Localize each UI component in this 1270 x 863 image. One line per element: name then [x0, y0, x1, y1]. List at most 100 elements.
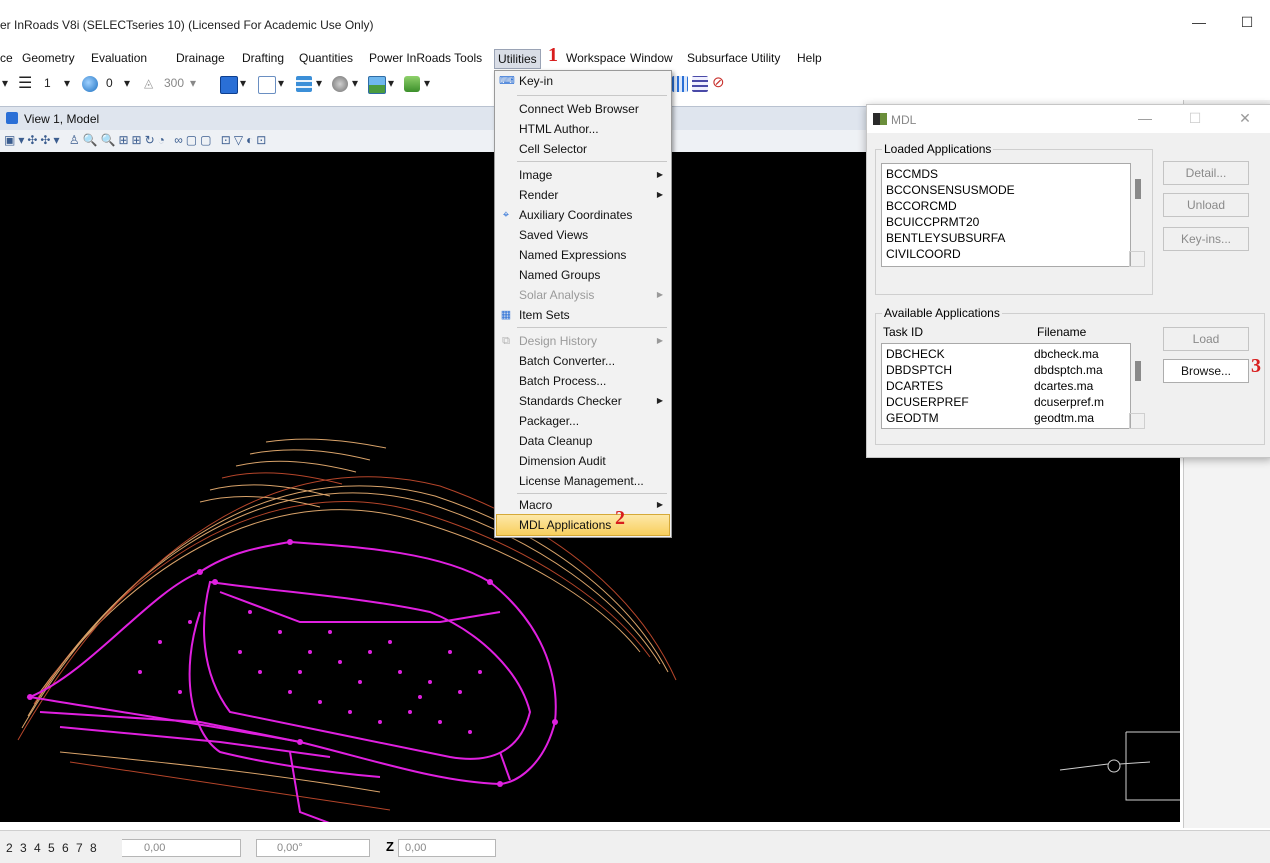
menu-item-standards-checker[interactable]: Standards Checker ▶: [519, 391, 669, 411]
unload-button[interactable]: Unload: [1163, 193, 1249, 217]
menu-item-quantities[interactable]: Quantities: [299, 51, 353, 65]
list-item[interactable]: BCCONSENSUSMODE: [886, 182, 1015, 198]
table-row-file[interactable]: geodtm.ma: [1034, 410, 1094, 426]
list-item[interactable]: CIVILCOORD: [886, 246, 961, 262]
menu-item-subsurface-utility[interactable]: Subsurface Utility: [687, 51, 780, 65]
cell-grid-icon[interactable]: [692, 76, 708, 94]
angle-field[interactable]: 0,00°: [256, 839, 370, 857]
loaded-applications-list[interactable]: BCCMDS BCCONSENSUSMODE BCCORCMD BCUICCPR…: [881, 163, 1131, 267]
view-tab-2[interactable]: 2: [6, 841, 13, 855]
table-row-file[interactable]: dbcheck.ma: [1034, 346, 1099, 362]
menu-item-utilities[interactable]: Utilities: [494, 49, 541, 69]
list-item[interactable]: BENTLEYSUBSURFA: [886, 230, 1005, 246]
chevron-down-icon[interactable]: ▾: [124, 76, 130, 94]
list-item[interactable]: BCCORCMD: [886, 198, 957, 214]
no-entry-icon[interactable]: ⊘: [712, 73, 725, 91]
menu-item-macro[interactable]: Macro ▶: [519, 495, 669, 515]
menu-item-render[interactable]: Render ▶: [519, 185, 669, 205]
keyins-button[interactable]: Key-ins...: [1163, 227, 1249, 251]
scrollbar-thumb[interactable]: [1135, 179, 1141, 199]
detail-button[interactable]: Detail...: [1163, 161, 1249, 185]
render-sphere-icon[interactable]: [332, 76, 348, 94]
menu-item-mdl-applications[interactable]: MDL Applications: [519, 515, 611, 535]
list-item[interactable]: BCCMDS: [886, 166, 938, 182]
load-button[interactable]: Load: [1163, 327, 1249, 351]
chevron-down-icon[interactable]: ▾: [190, 76, 196, 94]
menu-item-help[interactable]: Help: [797, 51, 822, 65]
minimize-button[interactable]: —: [1135, 110, 1155, 126]
menu-item-evaluation[interactable]: Evaluation: [91, 51, 147, 65]
menu-item-saved-views[interactable]: Saved Views: [519, 225, 588, 245]
view-tab-6[interactable]: 6: [62, 841, 69, 855]
menu-item-data-cleanup[interactable]: Data Cleanup: [519, 431, 592, 451]
chevron-down-icon[interactable]: ▾: [278, 76, 284, 94]
table-row-file[interactable]: dbdsptch.ma: [1034, 362, 1103, 378]
maximize-button[interactable]: ☐: [1185, 110, 1205, 127]
menu-item-html-author[interactable]: HTML Author...: [519, 119, 599, 139]
table-row-task[interactable]: DBDSPTCH: [886, 362, 952, 378]
menu-item-named-groups[interactable]: Named Groups: [519, 265, 600, 285]
menu-item-cell-selector[interactable]: Cell Selector: [519, 139, 587, 159]
view-tab-7[interactable]: 7: [76, 841, 83, 855]
scale-icon[interactable]: ◬: [144, 76, 153, 94]
menu-item-key-in[interactable]: Key-in: [519, 71, 553, 91]
view-tab-3[interactable]: 3: [20, 841, 27, 855]
minimize-button[interactable]: —: [1184, 14, 1214, 36]
z-coordinate-field[interactable]: 0,00: [398, 839, 496, 857]
menu-item-batch-process[interactable]: Batch Process...: [519, 371, 606, 391]
line-weight-icon[interactable]: ☰: [18, 73, 32, 92]
menu-item-named-expressions[interactable]: Named Expressions: [519, 245, 626, 265]
menu-item-auxiliary-coordinates[interactable]: Auxiliary Coordinates: [519, 205, 632, 225]
line-weight-value[interactable]: 1: [44, 76, 51, 94]
menu-item-geometry[interactable]: Geometry: [22, 51, 75, 65]
menu-item-window[interactable]: Window: [630, 51, 673, 65]
maximize-button[interactable]: ☐: [1232, 14, 1262, 36]
table-row-task[interactable]: DCUSERPREF: [886, 394, 969, 410]
table-row-task[interactable]: DCARTES: [886, 378, 943, 394]
browse-button[interactable]: Browse...: [1163, 359, 1249, 383]
available-applications-list[interactable]: DBCHECK dbcheck.ma DBDSPTCH dbdsptch.ma …: [881, 343, 1131, 429]
menu-item-license-management[interactable]: License Management...: [519, 471, 644, 491]
level-manager-icon[interactable]: [404, 76, 420, 94]
menu-item-power-inroads-tools[interactable]: Power InRoads Tools: [369, 51, 482, 65]
menu-item-ce[interactable]: ce: [0, 51, 13, 65]
list-item[interactable]: BCUICCPRMT20: [886, 214, 979, 230]
chevron-down-icon[interactable]: ▾: [316, 76, 322, 94]
x-coordinate-field[interactable]: 0,00: [122, 839, 241, 857]
menu-item-item-sets[interactable]: Item Sets: [519, 305, 570, 325]
menu-separator: [517, 327, 667, 328]
color-value[interactable]: 0: [106, 76, 113, 94]
menu-item-packager[interactable]: Packager...: [519, 411, 579, 431]
view-window-icon[interactable]: [220, 76, 238, 94]
menu-item-image[interactable]: Image ▶: [519, 165, 669, 185]
chevron-down-icon[interactable]: ▾: [388, 76, 394, 94]
table-row-task[interactable]: DBCHECK: [886, 346, 945, 362]
new-document-icon[interactable]: [258, 76, 276, 94]
menu-item-dimension-audit[interactable]: Dimension Audit: [519, 451, 606, 471]
table-row-task[interactable]: GEODTM: [886, 410, 939, 426]
chevron-down-icon[interactable]: ▾: [240, 76, 246, 94]
color-globe-icon[interactable]: [82, 76, 98, 94]
table-icon[interactable]: [296, 76, 312, 94]
step-3-marker: 3: [1251, 355, 1261, 377]
menu-item-drafting[interactable]: Drafting: [242, 51, 284, 65]
table-row-file[interactable]: dcuserpref.m: [1034, 394, 1104, 410]
grid-icon[interactable]: [672, 76, 688, 94]
chevron-down-icon[interactable]: ▾: [2, 76, 8, 94]
chevron-down-icon[interactable]: ▾: [64, 76, 70, 94]
view-tools-icons[interactable]: ▣▾✣✣▾ ♙🔍🔍⊞⊞↻◔ ∞▢▢ ⊡▽◐⊡: [4, 133, 269, 147]
chevron-down-icon[interactable]: ▾: [424, 76, 430, 94]
menu-item-batch-converter[interactable]: Batch Converter...: [519, 351, 615, 371]
scale-value[interactable]: 300: [164, 76, 184, 94]
scrollbar-thumb[interactable]: [1135, 361, 1141, 381]
view-tab-4[interactable]: 4: [34, 841, 41, 855]
landscape-image-icon[interactable]: [368, 76, 386, 94]
menu-item-drainage[interactable]: Drainage: [176, 51, 225, 65]
close-button[interactable]: ✕: [1235, 110, 1255, 127]
view-tab-5[interactable]: 5: [48, 841, 55, 855]
view-tab-8[interactable]: 8: [90, 841, 97, 855]
menu-item-workspace[interactable]: Workspace: [566, 51, 626, 65]
table-row-file[interactable]: dcartes.ma: [1034, 378, 1093, 394]
chevron-down-icon[interactable]: ▾: [352, 76, 358, 94]
menu-item-connect-web-browser[interactable]: Connect Web Browser: [519, 99, 639, 119]
